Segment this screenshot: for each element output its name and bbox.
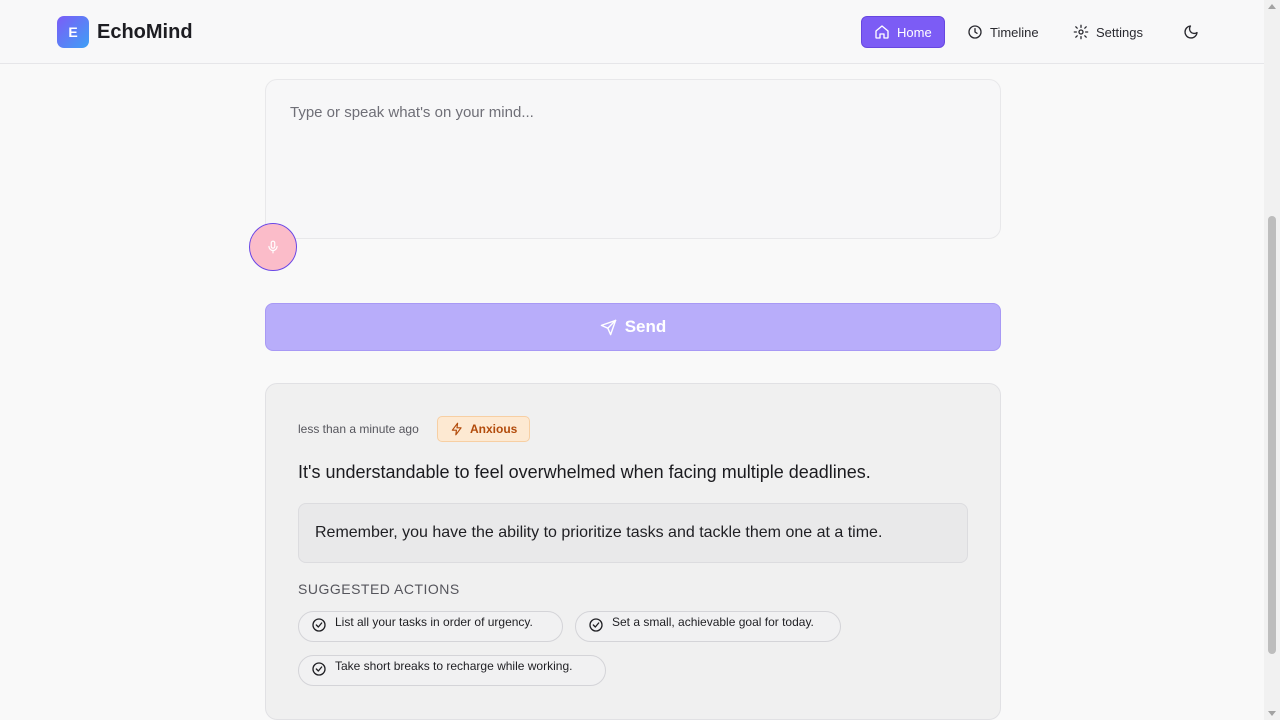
entry-card: less than a minute ago Anxious It's unde… xyxy=(265,383,1001,720)
page-scrollbar[interactable] xyxy=(1264,0,1280,720)
check-circle-icon xyxy=(589,618,603,632)
check-circle-icon xyxy=(312,662,326,676)
thought-input[interactable] xyxy=(265,79,1001,239)
affirmation-text: Remember, you have the ability to priori… xyxy=(315,524,883,541)
nav-home-button[interactable]: Home xyxy=(861,16,945,48)
nav-timeline-button[interactable]: Timeline xyxy=(955,16,1051,48)
microphone-button[interactable] xyxy=(249,223,297,271)
action-chip[interactable]: Take short breaks to recharge while work… xyxy=(298,655,606,686)
entry-headline: It's understandable to feel overwhelmed … xyxy=(298,462,871,482)
nav-settings-label: Settings xyxy=(1096,24,1143,40)
entry-timestamp: less than a minute ago xyxy=(298,422,419,436)
home-icon xyxy=(875,25,889,39)
scroll-down-arrow-icon[interactable] xyxy=(1268,711,1276,716)
nav-timeline-label: Timeline xyxy=(990,24,1039,40)
moon-icon xyxy=(1184,25,1198,39)
lightning-icon xyxy=(451,422,462,436)
mood-label: Anxious xyxy=(470,422,518,436)
app-name[interactable]: EchoMind xyxy=(97,19,193,45)
send-icon xyxy=(600,319,617,335)
affirmation-box: Remember, you have the ability to priori… xyxy=(298,503,968,563)
send-label: Send xyxy=(624,317,667,336)
microphone-icon xyxy=(268,240,278,254)
send-button[interactable]: Send xyxy=(265,303,1001,351)
app-header: E EchoMind Home Timeline Settings xyxy=(0,0,1264,64)
scroll-up-arrow-icon[interactable] xyxy=(1268,4,1276,9)
action-chip-label: Set a small, achievable goal for today. xyxy=(612,615,814,629)
theme-toggle-button[interactable] xyxy=(1175,16,1207,48)
scroll-thumb[interactable] xyxy=(1268,216,1276,654)
clock-icon xyxy=(968,25,982,39)
action-chip-label: Take short breaks to recharge while work… xyxy=(335,659,573,673)
nav-home-label: Home xyxy=(897,24,932,40)
check-circle-icon xyxy=(312,618,326,632)
logo-badge[interactable]: E xyxy=(57,16,89,48)
mood-badge: Anxious xyxy=(437,416,531,442)
gear-icon xyxy=(1073,24,1089,40)
action-chip[interactable]: List all your tasks in order of urgency. xyxy=(298,611,563,642)
nav-settings-button[interactable]: Settings xyxy=(1061,16,1155,48)
suggested-actions-title: SUGGESTED ACTIONS xyxy=(298,581,460,597)
action-chip[interactable]: Set a small, achievable goal for today. xyxy=(575,611,841,642)
action-chip-label: List all your tasks in order of urgency. xyxy=(335,615,533,629)
